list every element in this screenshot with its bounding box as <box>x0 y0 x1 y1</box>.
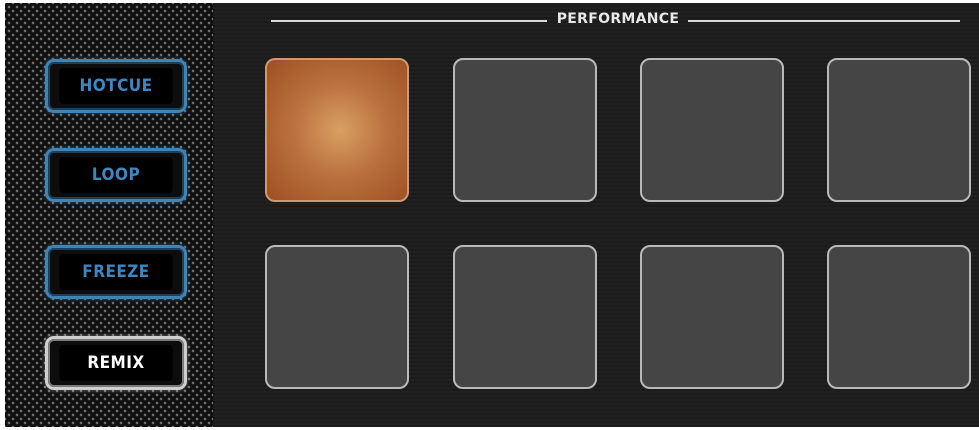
pad-5[interactable] <box>265 245 409 389</box>
pad-2[interactable] <box>453 58 597 202</box>
freeze-label: FREEZE <box>59 254 173 290</box>
hotcue-label: HOTCUE <box>59 68 173 104</box>
loop-label: LOOP <box>59 157 173 193</box>
freeze-button[interactable]: FREEZE <box>45 245 187 299</box>
remix-label: REMIX <box>59 345 173 381</box>
hotcue-button[interactable]: HOTCUE <box>45 59 187 113</box>
pad-7[interactable] <box>640 245 784 389</box>
section-title: PERFORMANCE <box>556 11 680 27</box>
pad-1[interactable] <box>265 58 409 202</box>
pad-6[interactable] <box>453 245 597 389</box>
title-line-left <box>271 20 547 22</box>
pad-4[interactable] <box>827 58 971 202</box>
title-line-right <box>688 20 960 22</box>
pad-8[interactable] <box>827 245 971 389</box>
loop-button[interactable]: LOOP <box>45 148 187 202</box>
pad-3[interactable] <box>640 58 784 202</box>
remix-button[interactable]: REMIX <box>45 336 187 390</box>
